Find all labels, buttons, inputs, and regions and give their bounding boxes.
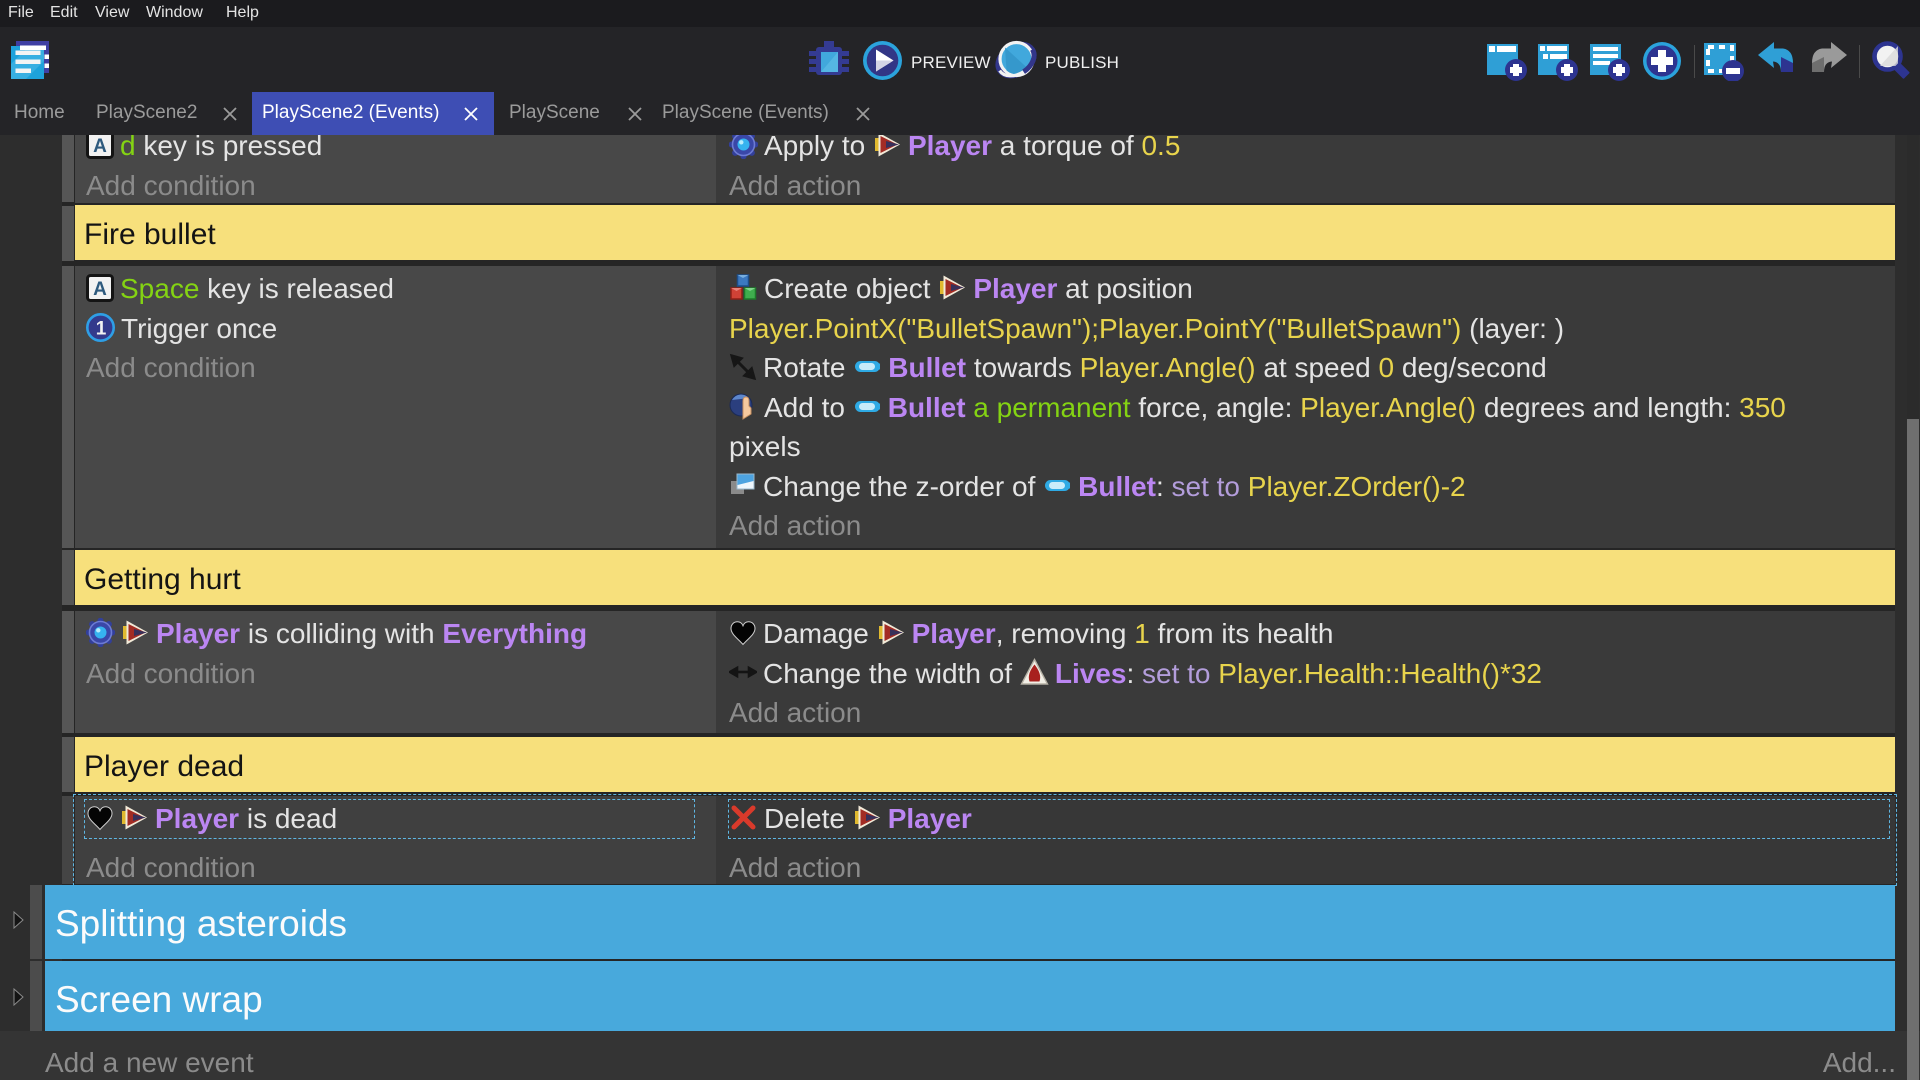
svg-text:A: A	[93, 279, 107, 300]
svg-text:1: 1	[96, 318, 107, 339]
svg-text:A: A	[93, 136, 107, 157]
